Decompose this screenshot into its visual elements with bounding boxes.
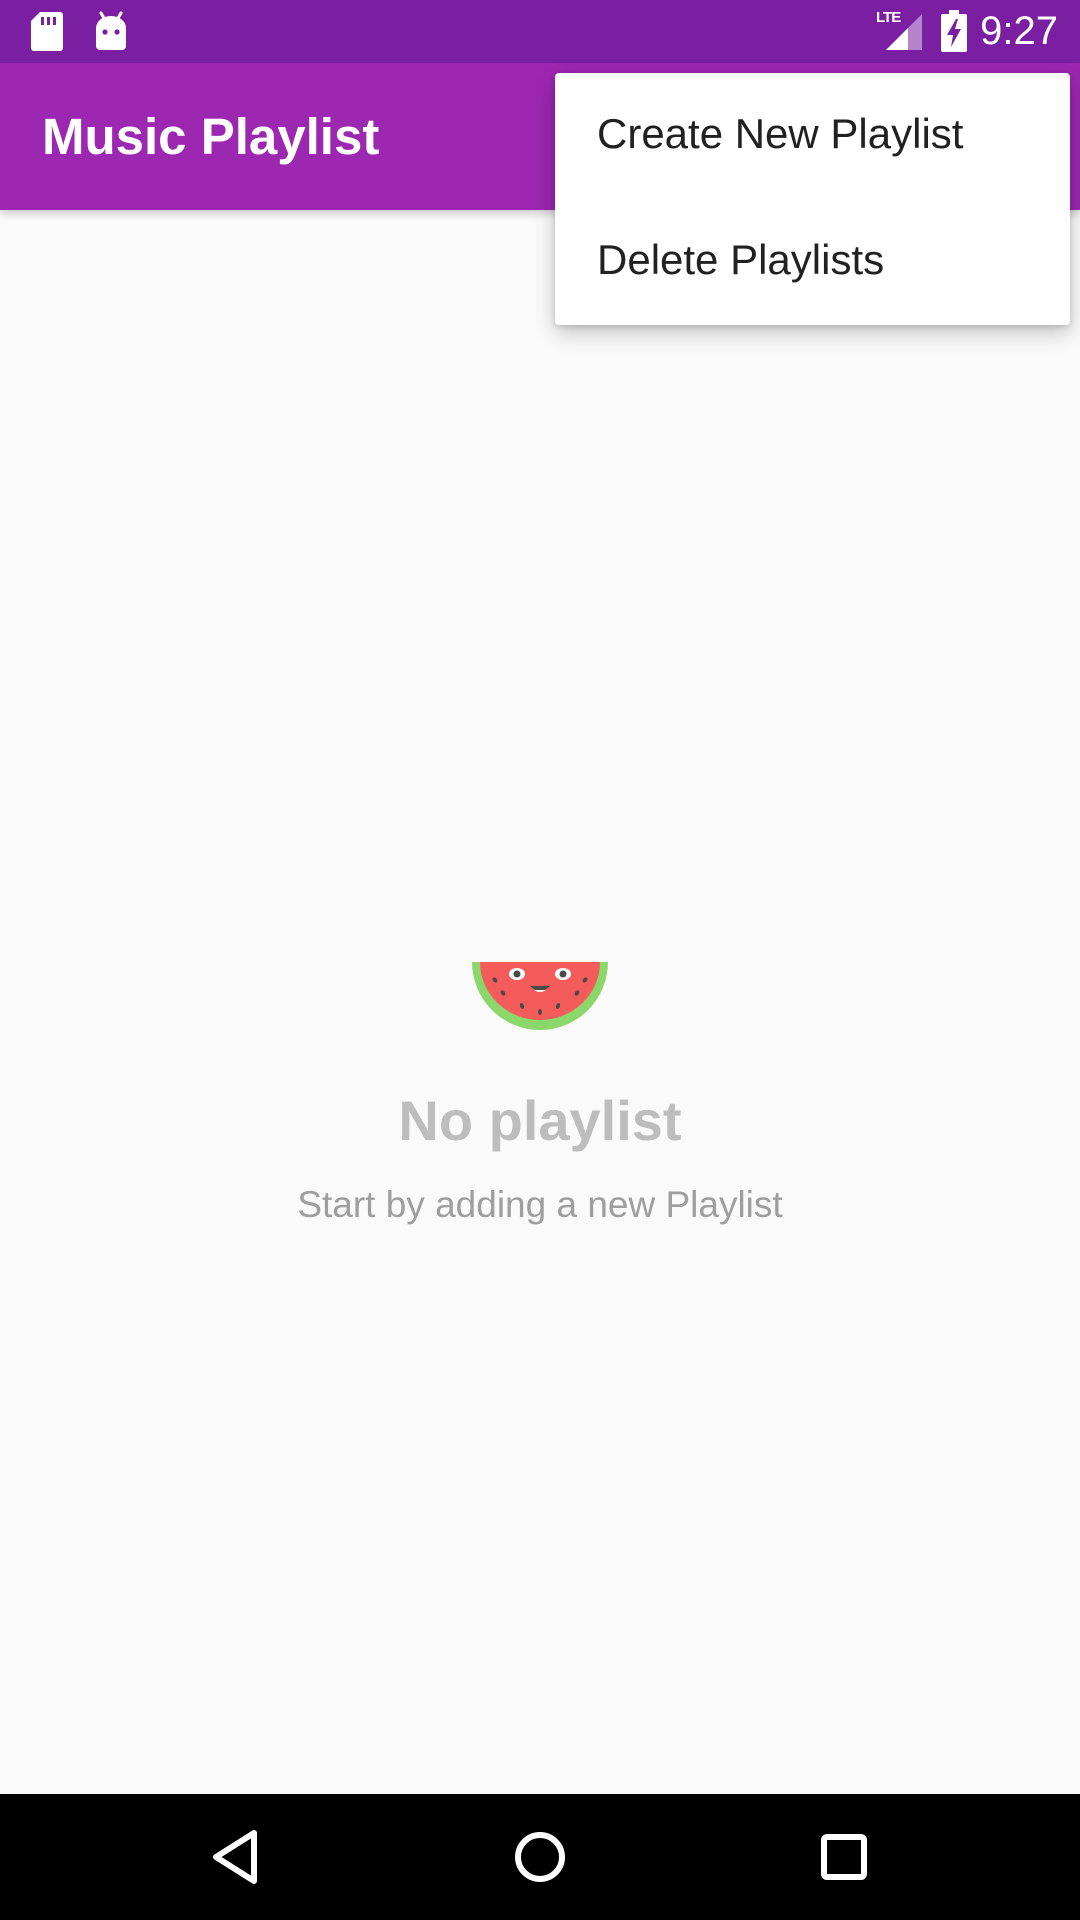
overflow-menu: Create New Playlist Delete Playlists — [555, 73, 1070, 325]
battery-charging-icon — [941, 10, 967, 57]
screen: LTE 9:27 Music Playlist Create New Playl… — [0, 0, 1080, 1920]
menu-item-label: Create New Playlist — [597, 110, 964, 157]
empty-state-title: No playlist — [398, 1089, 682, 1152]
status-time: 9:27 — [980, 9, 1058, 53]
recents-icon[interactable] — [804, 1817, 884, 1897]
empty-state-subtitle: Start by adding a new Playlist — [297, 1184, 783, 1225]
android-debug-icon — [94, 10, 128, 57]
home-icon[interactable] — [500, 1817, 580, 1897]
watermelon-icon — [470, 960, 610, 1032]
sd-card-icon — [30, 10, 64, 57]
menu-item-create-new-playlist[interactable]: Create New Playlist — [555, 73, 1070, 199]
status-bar: LTE 9:27 — [0, 0, 1080, 63]
lte-signal-icon: LTE — [876, 10, 924, 52]
menu-item-label: Delete Playlists — [597, 236, 885, 283]
menu-item-delete-playlists[interactable]: Delete Playlists — [555, 199, 1070, 325]
app-title: Music Playlist — [42, 108, 380, 165]
back-icon[interactable] — [196, 1817, 276, 1897]
navigation-bar — [0, 1794, 1080, 1920]
